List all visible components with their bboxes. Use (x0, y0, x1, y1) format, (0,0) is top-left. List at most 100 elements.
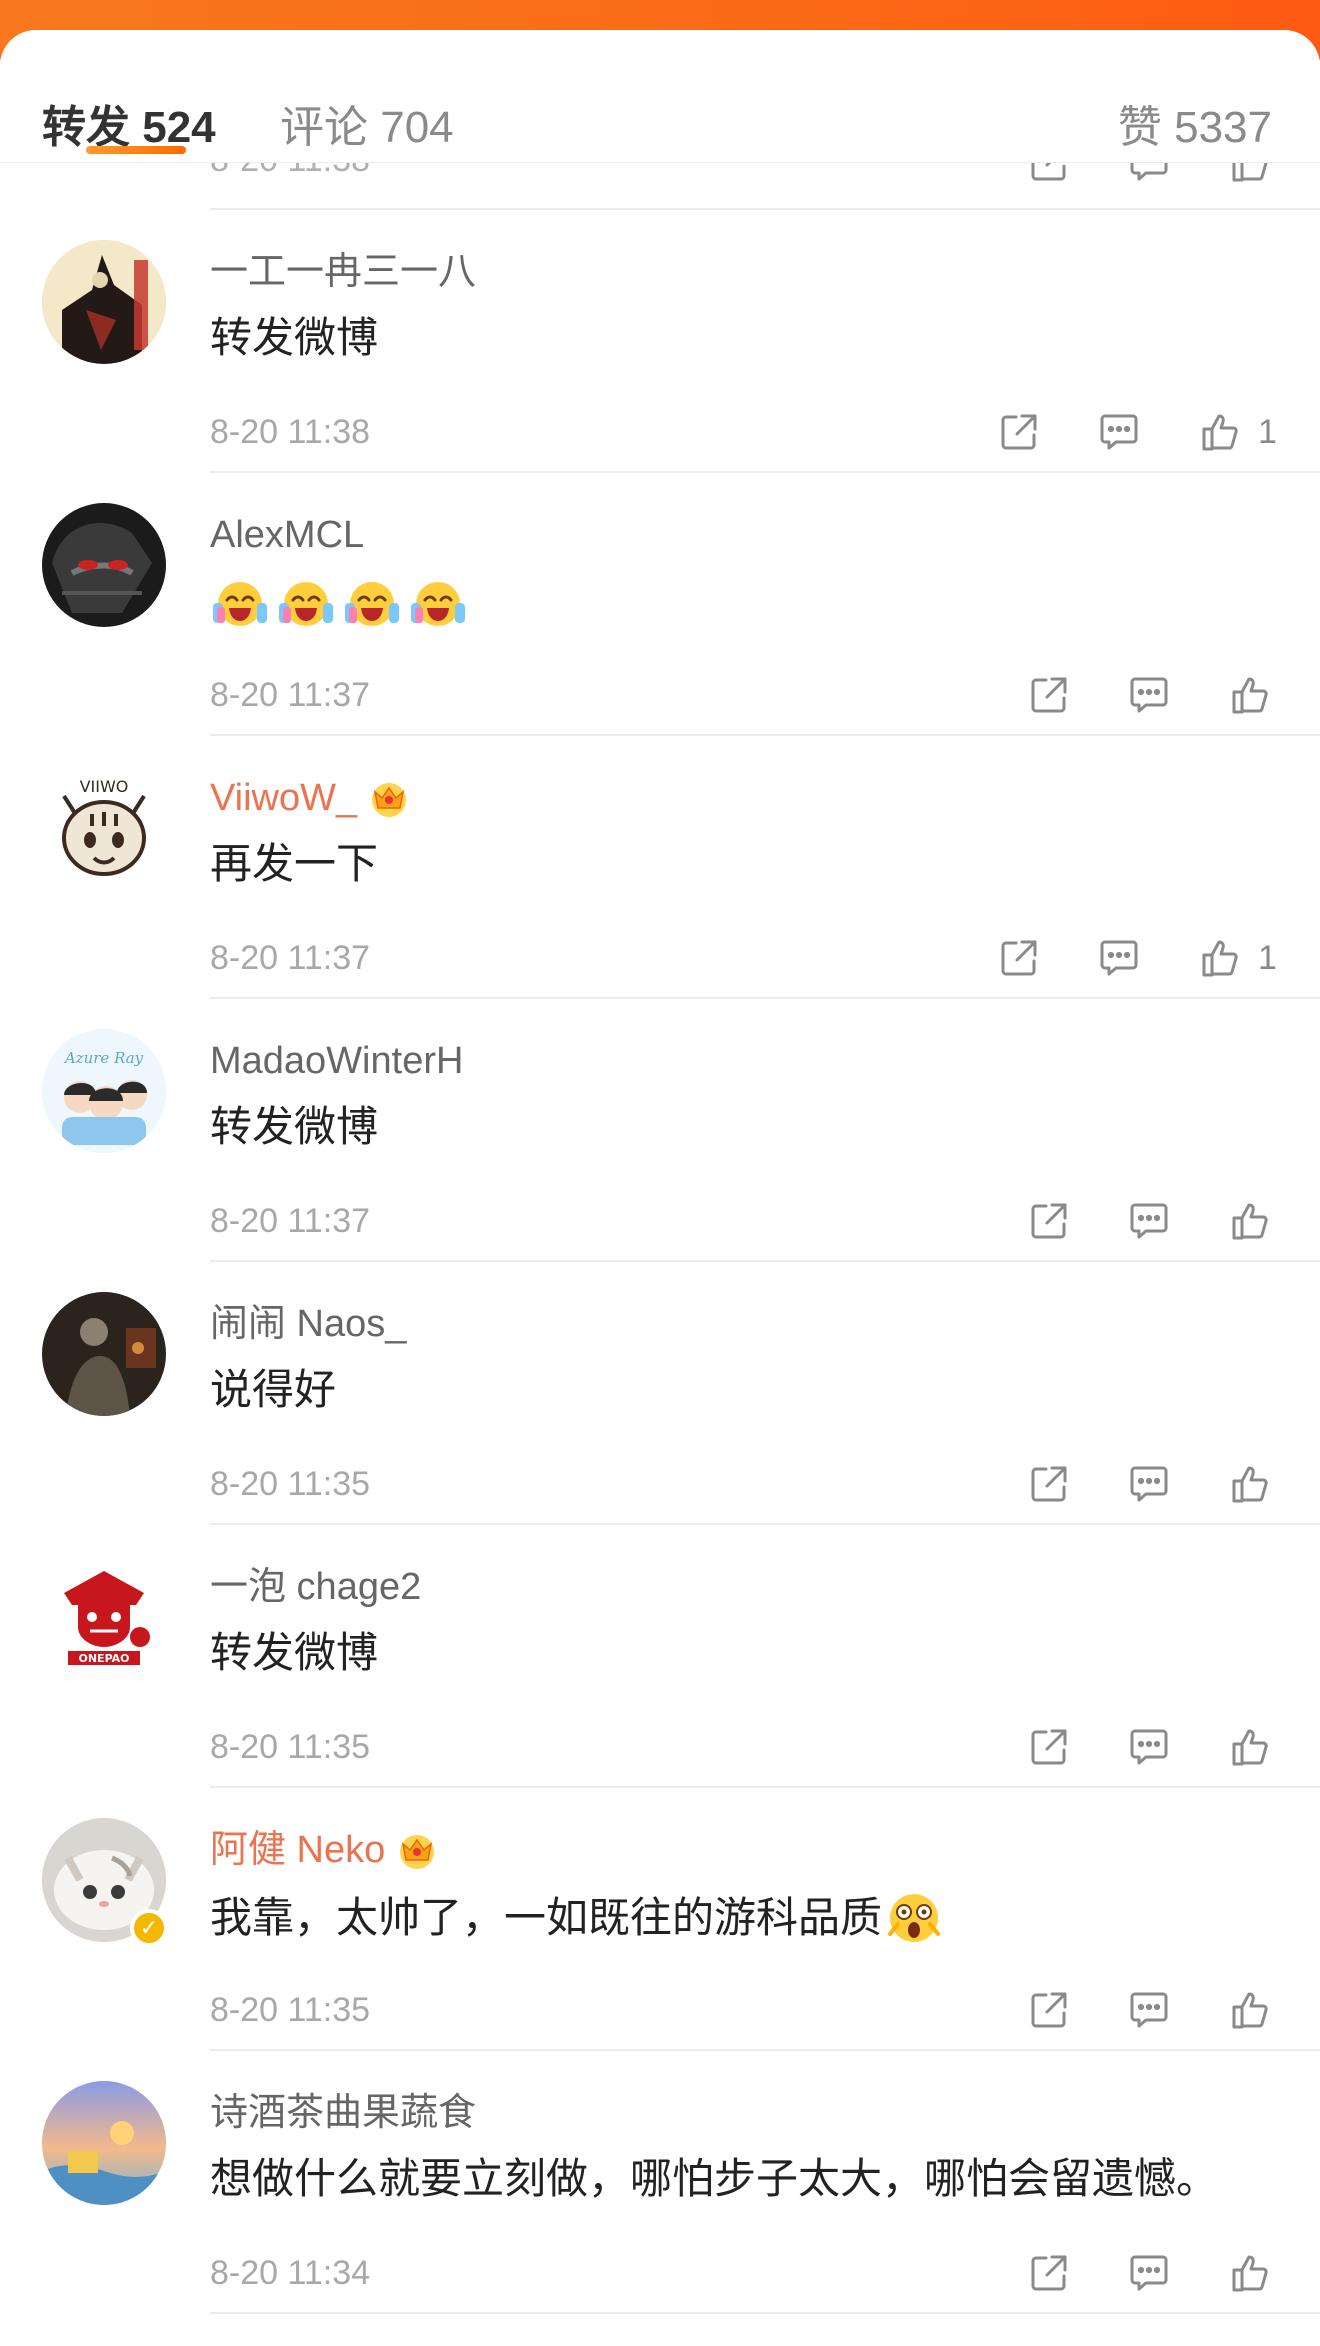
repost-text-content: 转发微博 (210, 1629, 379, 1676)
like-icon (1228, 1461, 1274, 1507)
like-button[interactable]: 1 (1198, 404, 1277, 460)
laugh-emoji (408, 573, 468, 633)
username[interactable]: 一工一冉三一八 (210, 248, 476, 296)
timestamp: 8-20 11:38 (210, 413, 371, 451)
share-icon (996, 409, 1042, 455)
username-text: 闹闹 Naos_ (210, 1303, 407, 1345)
avatar[interactable]: Azure Ray (42, 1029, 166, 1153)
comment-icon (1096, 935, 1142, 981)
repost-text: 转发微博 (210, 310, 378, 366)
username-text: ViiwoW_ (210, 777, 358, 819)
list-item[interactable]: 一工一冉三一八 转发微博 8-20 11:38 1 (0, 210, 1320, 473)
comment-icon (1126, 1461, 1172, 1507)
list-item[interactable]: 闹闹 Naos_ 说得好 8-20 11:35 (0, 1262, 1320, 1525)
share-button[interactable] (1026, 163, 1072, 191)
share-button[interactable] (1026, 1982, 1072, 2038)
avatar[interactable] (42, 1292, 166, 1416)
like-icon (1228, 163, 1274, 186)
list-item[interactable]: AlexMCL 8-20 11:37 (0, 473, 1320, 736)
avatar[interactable] (42, 2081, 166, 2205)
comment-button[interactable] (1126, 1982, 1172, 2038)
username-text: 阿健 Neko (210, 1829, 386, 1871)
share-icon (996, 935, 1042, 981)
list-item[interactable]: Azure Ray MadaoWinterH 转发微博 8-20 11:37 (0, 999, 1320, 1262)
timestamp: 8-20 11:35 (210, 1465, 371, 1503)
share-icon (1026, 2250, 1072, 2296)
repost-text: 转发微博 (210, 1099, 378, 1155)
like-button[interactable]: 1 (1198, 930, 1277, 986)
comment-icon (1126, 1987, 1172, 2033)
like-icon (1198, 409, 1244, 455)
share-button[interactable] (1026, 1193, 1072, 1249)
comment-icon (1126, 672, 1172, 718)
username[interactable]: 闹闹 Naos_ (210, 1300, 406, 1348)
username-text: MadaoWinterH (210, 1040, 464, 1082)
comment-button[interactable] (1126, 1193, 1172, 1249)
like-button[interactable] (1228, 163, 1274, 191)
share-icon (1026, 163, 1072, 186)
share-button[interactable] (1026, 667, 1072, 723)
repost-text (210, 573, 474, 633)
svg-text:VIIWO: VIIWO (80, 777, 129, 796)
tab-like[interactable]: 赞 5337 (1118, 100, 1272, 156)
share-button[interactable] (996, 930, 1042, 986)
comment-icon (1126, 1724, 1172, 1770)
comment-button[interactable] (1126, 1719, 1172, 1775)
comment-button[interactable] (1096, 404, 1142, 460)
verified-icon: ✓ (130, 1909, 168, 1947)
share-button[interactable] (1026, 1719, 1072, 1775)
laugh-emoji (276, 573, 336, 633)
svg-text:ONEPAO: ONEPAO (79, 1652, 130, 1665)
username[interactable]: AlexMCL (210, 511, 364, 559)
list-item[interactable]: ✓ 阿健 Neko 我靠，太帅了，一如既往的游科品质 8-20 11:35 (0, 1788, 1320, 2051)
username[interactable]: MadaoWinterH (210, 1037, 463, 1085)
like-button[interactable] (1228, 1193, 1274, 1249)
comment-icon (1126, 163, 1172, 186)
username[interactable]: ViiwoW_ (210, 774, 411, 822)
avatar[interactable] (42, 503, 166, 627)
comment-button[interactable] (1126, 163, 1172, 191)
like-button[interactable] (1228, 1982, 1274, 2038)
timestamp: 8-20 11:37 (210, 676, 371, 714)
avatar[interactable]: ONEPAO (42, 1555, 166, 1679)
like-icon (1228, 1724, 1274, 1770)
repost-list: 8-20 11:38 一工一冉三一八转发微博 8-20 11:38 1 AlexMCL… (0, 163, 1320, 2314)
crown-icon (367, 778, 411, 818)
timestamp: 8-20 11:35 (210, 1991, 371, 2029)
comment-button[interactable] (1126, 1456, 1172, 1512)
repost-text-content: 再发一下 (210, 840, 379, 887)
username-text: 一泡 chage2 (210, 1566, 422, 1608)
comment-button[interactable] (1126, 2245, 1172, 2301)
list-item[interactable]: VIIWO ViiwoW_ 再发一下 8-20 11:37 1 (0, 736, 1320, 999)
username[interactable]: 诗酒茶曲果蔬食 (210, 2089, 476, 2137)
like-icon (1228, 1198, 1274, 1244)
share-button[interactable] (1026, 2245, 1072, 2301)
share-icon (1026, 1198, 1072, 1244)
like-icon (1228, 2250, 1274, 2296)
comment-button[interactable] (1096, 930, 1142, 986)
repost-text-content: 转发微博 (210, 314, 379, 361)
like-count: 1 (1258, 938, 1277, 977)
share-icon (1026, 1724, 1072, 1770)
comment-button[interactable] (1126, 667, 1172, 723)
like-button[interactable] (1228, 667, 1274, 723)
divider (210, 2312, 1320, 2314)
share-button[interactable] (1026, 1456, 1072, 1512)
like-button[interactable] (1228, 1456, 1274, 1512)
username-text: 诗酒茶曲果蔬食 (210, 2092, 477, 2134)
like-button[interactable] (1228, 1719, 1274, 1775)
list-item[interactable]: 诗酒茶曲果蔬食 想做什么就要立刻做，哪怕步子太大，哪怕会留遗憾。 8-20 11:3… (0, 2051, 1320, 2314)
tab-comment[interactable]: 评论 704 (280, 100, 454, 156)
avatar[interactable] (42, 240, 166, 364)
timestamp: 8-20 11:37 (210, 939, 371, 977)
like-button[interactable] (1228, 2245, 1274, 2301)
repost-text-content: 说得好 (210, 1366, 337, 1413)
comment-icon (1126, 1198, 1172, 1244)
username[interactable]: 一泡 chage2 (210, 1563, 421, 1611)
timestamp: 8-20 11:37 (210, 1202, 371, 1240)
avatar[interactable]: VIIWO (42, 766, 166, 890)
list-item[interactable]: ONEPAO 一泡 chage2 转发微博 8-20 11:35 (0, 1525, 1320, 1788)
share-button[interactable] (996, 404, 1042, 460)
repost-text: 说得好 (210, 1362, 336, 1418)
username[interactable]: 阿健 Neko (210, 1826, 439, 1874)
